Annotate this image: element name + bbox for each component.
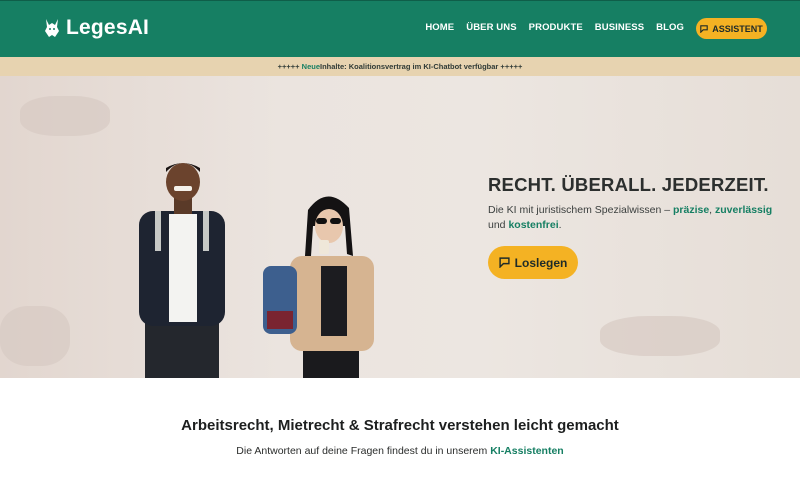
logo-text: LegesAI bbox=[66, 16, 150, 39]
person-man bbox=[139, 163, 225, 378]
loslegen-button[interactable]: Loslegen bbox=[488, 246, 578, 279]
announcement-highlight: Neue bbox=[301, 62, 320, 71]
chat-bubble-icon bbox=[700, 24, 708, 33]
wall-texture bbox=[0, 306, 70, 366]
loslegen-button-label: Loslegen bbox=[514, 255, 568, 270]
person-woman bbox=[263, 196, 374, 378]
hero-subtitle: Die KI mit juristischem Spezialwissen – … bbox=[488, 203, 788, 233]
chat-bubble-icon bbox=[499, 257, 510, 268]
nav-produkte[interactable]: PRODUKTE bbox=[529, 22, 583, 33]
nav-business[interactable]: BUSINESS bbox=[595, 22, 644, 33]
announcement-bar[interactable]: +++++ Neue Inhalte: Koalitionsvertrag im… bbox=[0, 57, 800, 76]
section-subtitle-text: Die Antworten auf deine Fragen findest d… bbox=[236, 445, 491, 457]
hero-highlight-kostenfrei: kostenfrei bbox=[508, 219, 559, 231]
hero-highlight-praezise: präzise bbox=[672, 204, 710, 216]
hero-subtitle-text: . bbox=[558, 219, 562, 231]
ki-assistenten-link[interactable]: KI-Assistenten bbox=[490, 445, 564, 457]
wall-texture bbox=[600, 316, 720, 356]
hero-section: RECHT. ÜBERALL. JEDERZEIT. Die KI mit ju… bbox=[0, 76, 800, 378]
nav-home[interactable]: HOME bbox=[425, 22, 454, 33]
announcement-prefix: +++++ bbox=[277, 62, 300, 71]
wall-texture bbox=[20, 96, 110, 136]
hero-title: RECHT. ÜBERALL. JEDERZEIT. bbox=[488, 174, 769, 195]
nav-ueber-uns[interactable]: ÜBER UNS bbox=[466, 22, 516, 33]
announcement-text: Inhalte: Koalitionsvertrag im KI-Chatbot… bbox=[320, 62, 523, 71]
site-header: LegesAI HOME ÜBER UNS PRODUKTE BUSINESS … bbox=[0, 0, 800, 57]
assistant-button[interactable]: ASSISTENT bbox=[696, 18, 767, 39]
section-title: Arbeitsrecht, Mietrecht & Strafrecht ver… bbox=[181, 417, 619, 434]
lynx-icon bbox=[45, 19, 59, 37]
logo[interactable]: LegesAI bbox=[44, 16, 149, 40]
hero-subtitle-text: Die KI mit juristischem Spezialwissen – bbox=[488, 204, 673, 216]
main-nav: HOME ÜBER UNS PRODUKTE BUSINESS BLOG bbox=[425, 22, 684, 33]
section-subtitle: Die Antworten auf deine Fragen findest d… bbox=[0, 445, 800, 457]
assistant-button-label: ASSISTENT bbox=[712, 23, 763, 34]
hero-subtitle-text: und bbox=[488, 219, 509, 231]
hero-highlight-zuverlaessig: zuverlässig bbox=[715, 204, 773, 216]
nav-blog[interactable]: BLOG bbox=[656, 22, 684, 33]
hero-photo bbox=[139, 163, 374, 378]
